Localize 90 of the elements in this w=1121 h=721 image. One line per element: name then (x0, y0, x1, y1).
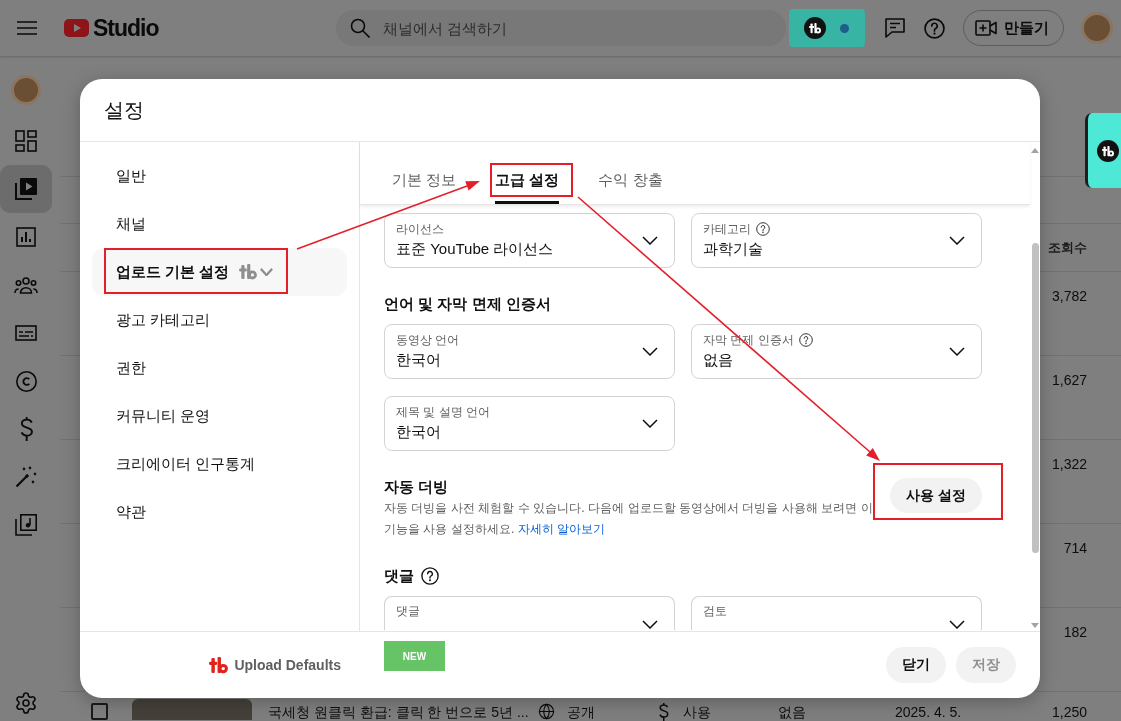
scrollbar-thumb[interactable] (1031, 243, 1039, 553)
tab[interactable]: 수익 창출 (598, 170, 663, 204)
field-label: 검토 (703, 604, 727, 618)
extension-label: Upload Defaults (234, 656, 341, 674)
tab[interactable]: 기본 정보 (392, 170, 457, 204)
help-icon[interactable] (421, 567, 439, 585)
table-cell: 사용 (682, 704, 711, 720)
magic-wand-icon (15, 466, 37, 488)
table-cell: 공개 (567, 703, 595, 720)
sidebar-item[interactable]: 채널 (92, 200, 347, 248)
logo-text: Studio (93, 15, 159, 41)
tab[interactable]: 고급 설정 (495, 170, 560, 204)
logo-icon (209, 656, 229, 674)
table-cell: 1,322 (1051, 456, 1087, 472)
search-field[interactable]: 채널에서 검색하기 (335, 10, 786, 46)
menu-icon (17, 21, 37, 35)
field-label: 라이선스 (396, 222, 444, 236)
chevron-down-icon (949, 236, 965, 245)
settings-icon (14, 691, 38, 715)
sidebar-item[interactable]: 권한 (92, 344, 347, 392)
help-icon (924, 17, 945, 39)
table-cell-text: 없음 (777, 704, 806, 720)
video-plus-icon (974, 20, 997, 36)
copyright-icon (15, 370, 37, 392)
field-value: 과학기술 (703, 239, 764, 259)
dot-icon (840, 23, 849, 33)
field-label: 제목 및 설명 언어 (396, 405, 490, 419)
globe-icon (538, 703, 555, 720)
caret-up-icon[interactable] (1031, 148, 1039, 153)
chevron-down-icon (260, 268, 274, 276)
column-header[interactable]: 조회수 (1048, 239, 1087, 256)
music-library-icon (15, 514, 37, 536)
close-button[interactable]: 닫기 (886, 647, 946, 683)
logo-icon (1096, 139, 1119, 162)
feature-description: 자동 더빙을 사전 체험할 수 있습니다. 다음에 업로드할 동영상에서 더빙을 사용해 보려면 이 기능을 사용 설정하세요. 자세히 알아보기 (384, 500, 874, 538)
dropdown-field[interactable]: 카테고리 과학기술 (691, 213, 982, 268)
dollar-icon (658, 703, 669, 721)
sidebar-item[interactable]: 커뮤니티 운영 (92, 392, 347, 440)
extension-button[interactable] (788, 9, 865, 47)
subtitles-icon (15, 325, 37, 341)
field-value: 표준 YouTube 라이선스 (396, 239, 555, 259)
learn-more-link[interactable]: 자세히 알아보기 (517, 522, 606, 536)
chevron-down-icon (949, 620, 965, 629)
nav-button[interactable] (0, 165, 52, 213)
table-cell: 714 (1063, 540, 1087, 556)
checkbox[interactable] (91, 703, 108, 720)
sidebar-item[interactable]: 업로드 기본 설정 (92, 248, 347, 296)
sidebar-item[interactable]: 일반 (92, 152, 347, 200)
video-library-icon (15, 178, 37, 200)
table-cell: 1,627 (1051, 372, 1087, 388)
dropdown-field[interactable]: 댓글 (384, 596, 675, 630)
sidebar-item[interactable]: 크리에이터 인구통계 (92, 440, 347, 488)
people-icon (14, 276, 38, 294)
dropdown-field[interactable]: 동영상 언어 한국어 (384, 324, 675, 379)
dashboard-icon (15, 130, 37, 152)
table-cell-text: 2025. 4. 5. (894, 704, 962, 720)
field-value: 한국어 (396, 422, 442, 442)
field-value: 한국어 (396, 350, 442, 370)
chevron-down-icon (642, 620, 658, 629)
logo-icon (64, 19, 89, 37)
field-value: 없음 (703, 350, 734, 370)
field-label: 댓글 (396, 604, 420, 618)
enable-button[interactable]: 사용 설정 (890, 478, 982, 513)
extension-tab[interactable] (1085, 113, 1121, 188)
dropdown-field[interactable]: 라이선스 표준 YouTube 라이선스 (384, 213, 675, 268)
dialog-title: 설정 (104, 98, 144, 123)
field-label: 카테고리 (703, 222, 751, 236)
search-icon (349, 18, 370, 38)
field-label: 동영상 언어 (396, 333, 460, 347)
chevron-down-icon (642, 419, 658, 428)
dollar-icon (18, 417, 34, 441)
section-heading: 자동 더빙 (384, 477, 449, 497)
chevron-down-icon (949, 347, 965, 356)
bar-chart-icon (16, 227, 36, 247)
caret-down-icon[interactable] (1031, 623, 1039, 628)
section-heading: 언어 및 자막 면제 인증서 (384, 294, 551, 314)
chevron-down-icon (642, 236, 658, 245)
dropdown-field[interactable]: 검토 (691, 596, 982, 630)
table-cell: 3,782 (1051, 288, 1087, 304)
table-cell: 1,250 (1051, 704, 1087, 720)
video-title[interactable]: 국세청 원클릭 환급: 클릭 한 번으로 5년 ... (268, 704, 529, 720)
sidebar-item[interactable]: 약관 (92, 488, 347, 536)
feedback-icon (884, 18, 905, 38)
chevron-down-icon (642, 347, 658, 356)
new-badge: NEW (384, 641, 445, 671)
logo-icon (804, 17, 826, 39)
dropdown-field[interactable]: 제목 및 설명 언어 한국어 (384, 396, 675, 451)
table-cell: 182 (1063, 624, 1087, 640)
sidebar-item[interactable]: 광고 카테고리 (92, 296, 347, 344)
section-heading: 댓글 (384, 566, 414, 586)
